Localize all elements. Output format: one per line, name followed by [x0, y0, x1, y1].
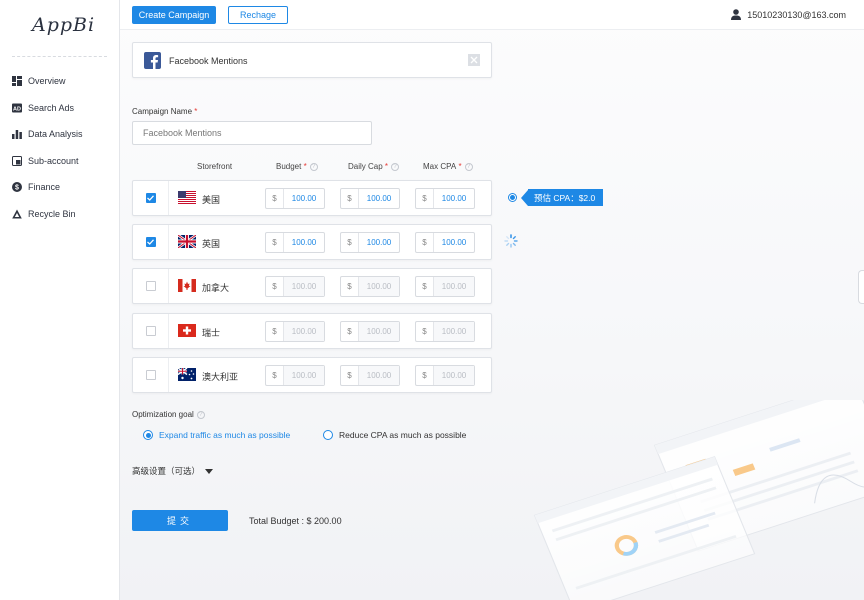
- sidebar-item-recycle-bin[interactable]: Recycle Bin: [0, 201, 120, 228]
- country-name: 澳大利亚: [202, 372, 239, 382]
- help-icon[interactable]: ?: [464, 162, 473, 171]
- svg-text:AD: AD: [13, 106, 21, 112]
- sidebar-item-overview[interactable]: Overview: [0, 68, 120, 95]
- us-flag-icon: [178, 191, 196, 204]
- country-name: 加拿大: [202, 283, 230, 293]
- budget-header: Budget * ?: [276, 162, 318, 171]
- cpa-estimate-text: 预估 CPA：$2.0: [528, 189, 604, 206]
- app-logo[interactable]: AppBi: [32, 14, 95, 36]
- row-checkbox[interactable]: [145, 281, 156, 291]
- help-icon[interactable]: ?: [391, 162, 400, 171]
- sub-account-icon: [12, 155, 22, 166]
- user-menu[interactable]: 15010230130@163.com: [731, 9, 846, 20]
- budget-input[interactable]: $100.00: [265, 321, 325, 342]
- campaign-name-input[interactable]: [132, 121, 372, 145]
- sidebar-item-label: Finance: [28, 182, 61, 193]
- sidebar-item-finance[interactable]: $ Finance: [0, 174, 120, 201]
- row-checkbox[interactable]: [145, 237, 156, 247]
- app-name: Facebook Mentions: [169, 56, 248, 66]
- facebook-icon: [144, 52, 161, 69]
- sidebar-item-label: Overview: [28, 76, 66, 87]
- max-cpa-input[interactable]: $100.00: [415, 365, 475, 386]
- budget-input[interactable]: $100.00: [265, 188, 325, 209]
- storefront-header: Storefront: [197, 162, 233, 171]
- campaign-name-label: Campaign Name *: [132, 107, 198, 116]
- user-email: 15010230130@163.com: [747, 9, 846, 20]
- max-cpa-input[interactable]: $100.00: [415, 276, 475, 297]
- storefront-row: 澳大利亚 $100.00 $100.00 $100.00: [132, 357, 492, 393]
- goal-option-reduce-cpa[interactable]: Reduce CPA as much as possible: [323, 430, 466, 440]
- australia-flag-icon: [178, 368, 196, 381]
- recharge-button[interactable]: Rechage: [228, 6, 288, 24]
- close-icon[interactable]: [468, 54, 480, 66]
- sidebar-item-label: Data Analysis: [28, 129, 83, 140]
- cpa-estimate-tooltip: 预估 CPA：$2.0: [508, 189, 604, 206]
- country-name: 美国: [202, 195, 221, 205]
- max-cpa-input[interactable]: $100.00: [415, 188, 475, 209]
- row-checkbox[interactable]: [145, 370, 156, 380]
- budget-input[interactable]: $100.00: [265, 232, 325, 253]
- sidebar-item-label: Search Ads: [28, 102, 75, 113]
- loading-spinner-icon: [504, 234, 518, 248]
- daily-cap-input[interactable]: $100.00: [340, 188, 400, 209]
- logo-divider: [12, 56, 107, 57]
- row-checkbox[interactable]: [145, 326, 156, 336]
- sidebar-nav: Overview AD Search Ads Data Analysis Sub…: [0, 68, 120, 227]
- storefront-row: 美国 $100.00 $100.00 $100.00: [132, 180, 492, 216]
- row-checkbox[interactable]: [145, 193, 156, 203]
- budget-input[interactable]: $100.00: [265, 276, 325, 297]
- total-budget: Total Budget : $ 200.00: [249, 516, 342, 526]
- cpa-indicator-icon: [508, 193, 517, 202]
- required-mark: *: [194, 107, 198, 116]
- daily-cap-input[interactable]: $100.00: [340, 321, 400, 342]
- daily-cap-header: Daily Cap * ?: [348, 162, 400, 171]
- ad-icon: AD: [12, 103, 22, 113]
- top-bar: Create Campaign Rechage 15010230130@163.…: [120, 0, 864, 30]
- dollar-icon: $: [12, 182, 22, 193]
- create-campaign-button[interactable]: Create Campaign: [132, 6, 216, 24]
- max-cpa-input[interactable]: $100.00: [415, 321, 475, 342]
- sidebar-item-search-ads[interactable]: AD Search Ads: [0, 95, 120, 122]
- goal-option-expand-traffic[interactable]: Expand traffic as much as possible: [143, 430, 290, 440]
- svg-text:$: $: [15, 185, 19, 192]
- uk-flag-icon: [178, 235, 196, 248]
- help-icon[interactable]: ?: [309, 162, 318, 171]
- switzerland-flag-icon: [178, 324, 196, 337]
- advanced-settings-toggle[interactable]: 高级设置（可选）: [132, 465, 214, 477]
- sidebar-item-label: Sub-account: [28, 155, 79, 166]
- country-name: 瑞士: [202, 328, 221, 338]
- sidebar-item-label: Recycle Bin: [28, 208, 76, 219]
- submit-button[interactable]: 提交: [132, 510, 228, 531]
- sidebar-item-data-analysis[interactable]: Data Analysis: [0, 121, 120, 148]
- sidebar-item-sub-account[interactable]: Sub-account: [0, 148, 120, 175]
- daily-cap-input[interactable]: $100.00: [340, 232, 400, 253]
- radio-selected-icon: [143, 430, 153, 440]
- caret-down-icon: [205, 468, 214, 474]
- selected-app-card: Facebook Mentions: [132, 42, 492, 78]
- help-icon[interactable]: ?: [196, 410, 205, 419]
- user-icon: [731, 9, 742, 20]
- dashboard-icon: [12, 76, 22, 87]
- canada-flag-icon: [178, 279, 196, 292]
- country-name: 英国: [202, 239, 221, 249]
- main-content: Create Campaign Rechage 15010230130@163.…: [120, 0, 864, 600]
- daily-cap-input[interactable]: $100.00: [340, 365, 400, 386]
- storefront-row: 英国 $100.00 $100.00 $100.00: [132, 224, 492, 260]
- sidebar: AppBi Overview AD Search Ads Data Analys…: [0, 0, 120, 600]
- optimization-goal-label: Optimization goal ?: [132, 410, 205, 419]
- storefront-row: 瑞士 $100.00 $100.00 $100.00: [132, 313, 492, 349]
- side-panel-handle[interactable]: [858, 270, 864, 304]
- daily-cap-input[interactable]: $100.00: [340, 276, 400, 297]
- max-cpa-input[interactable]: $100.00: [415, 232, 475, 253]
- bar-chart-icon: [12, 129, 22, 140]
- recycle-icon: [12, 209, 22, 219]
- max-cpa-header: Max CPA * ?: [423, 162, 473, 171]
- dashboard-illustration: [533, 400, 864, 600]
- storefront-row: 加拿大 $100.00 $100.00 $100.00: [132, 268, 492, 304]
- budget-input[interactable]: $100.00: [265, 365, 325, 386]
- radio-unselected-icon: [323, 430, 333, 440]
